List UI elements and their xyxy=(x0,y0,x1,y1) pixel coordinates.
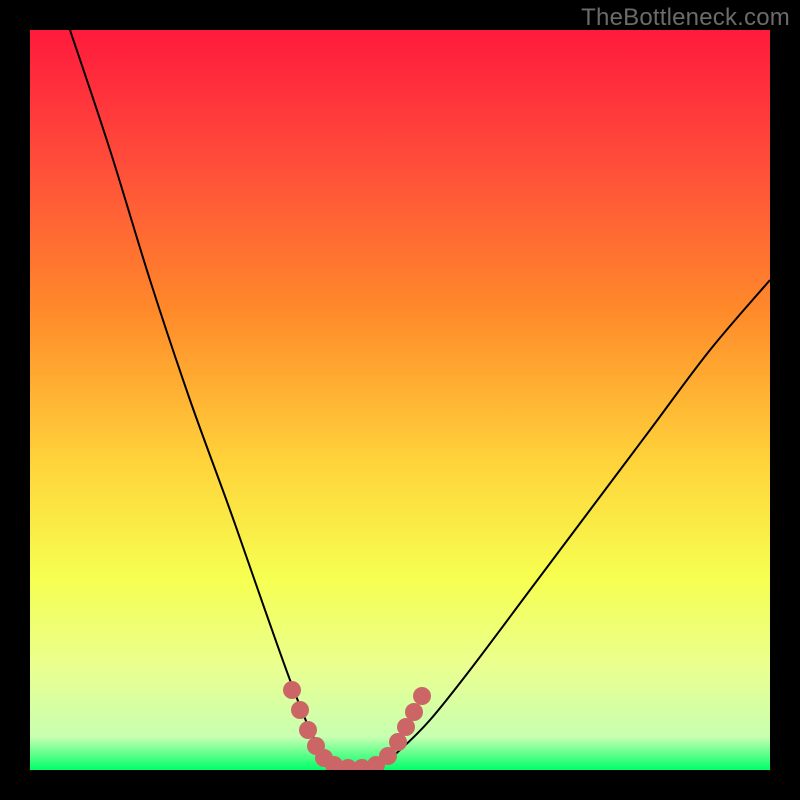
bottleneck-curve-path xyxy=(70,30,770,768)
bottleneck-curve-svg xyxy=(30,30,770,770)
plot-area xyxy=(30,30,770,770)
trough-marker-dot xyxy=(291,701,309,719)
trough-marker-dot xyxy=(413,687,431,705)
trough-marker-dot xyxy=(405,703,423,721)
watermark-text: TheBottleneck.com xyxy=(581,4,790,32)
trough-markers xyxy=(283,681,431,770)
trough-marker-dot xyxy=(283,681,301,699)
outer-black-frame: TheBottleneck.com xyxy=(0,0,800,800)
trough-marker-dot xyxy=(299,721,317,739)
